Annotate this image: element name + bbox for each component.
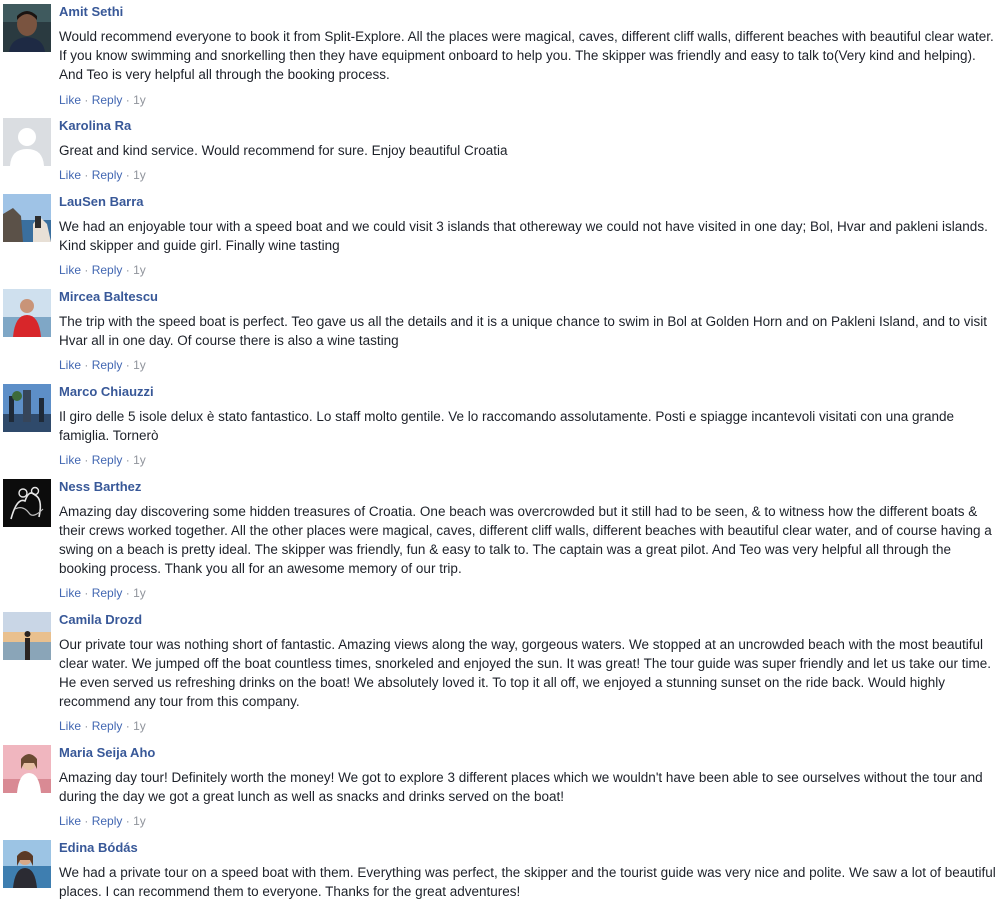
reply-link[interactable]: Reply [92,263,123,277]
separator-dot: · [125,168,134,182]
reply-link[interactable]: Reply [92,719,123,733]
avatar[interactable] [3,118,51,166]
reply-link[interactable]: Reply [92,453,123,467]
avatar[interactable] [3,612,51,660]
avatar[interactable] [3,479,51,527]
separator-dot: · [84,586,92,600]
comment-text: Il giro delle 5 isole delux è stato fant… [59,409,955,443]
separator-dot: · [84,719,92,733]
avatar[interactable] [3,745,51,793]
comment-age[interactable]: 1y [133,358,146,372]
comment-actions: Like · Reply · 1y [59,452,146,468]
separator-dot: · [125,453,134,467]
comment-author[interactable]: Edina Bódás [59,840,138,856]
comment-text: Great and kind service. Would recommend … [59,143,508,158]
separator-dot: · [84,453,92,467]
reply-link[interactable]: Reply [92,586,123,600]
like-link[interactable]: Like [59,168,81,182]
reply-link[interactable]: Reply [92,93,123,107]
separator-dot: · [84,358,92,372]
reply-link[interactable]: Reply [92,168,123,182]
avatar[interactable] [3,384,51,432]
separator-dot: · [125,586,134,600]
separator-dot: · [125,93,134,107]
comment-actions: Like · Reply · 1y [59,718,146,734]
separator-dot: · [84,263,92,277]
comment-actions: Like · Reply · 1y [59,585,146,601]
comment-text: Amazing day discovering some hidden trea… [59,504,992,576]
comment-text: Would recommend everyone to book it from… [59,29,994,82]
comment-age[interactable]: 1y [133,453,146,467]
comment-actions: Like · Reply · 1y [59,167,146,183]
comment-author[interactable]: LauSen Barra [59,194,144,210]
separator-dot: · [125,814,134,828]
comment-actions: Like · Reply · 1y [59,92,146,108]
separator-dot: · [84,168,92,182]
reply-link[interactable]: Reply [92,358,123,372]
like-link[interactable]: Like [59,814,81,828]
separator-dot: · [125,263,134,277]
separator-dot: · [84,814,92,828]
comment-author[interactable]: Amit Sethi [59,4,123,20]
comment-text: The trip with the speed boat is perfect.… [59,314,988,348]
comment-text: We had an enjoyable tour with a speed bo… [59,219,988,253]
like-link[interactable]: Like [59,453,81,467]
comment-age[interactable]: 1y [133,168,146,182]
comment-actions: Like · Reply · 1y [59,813,146,829]
comment-age[interactable]: 1y [133,814,146,828]
avatar[interactable] [3,840,51,888]
comment-text: We had a private tour on a speed boat wi… [59,865,996,899]
comment-author[interactable]: Mircea Baltescu [59,289,158,305]
avatar[interactable] [3,194,51,242]
comment-age[interactable]: 1y [133,263,146,277]
comment-author[interactable]: Ness Barthez [59,479,141,495]
comment-text: Amazing day tour! Definitely worth the m… [59,770,983,804]
comment-author[interactable]: Camila Drozd [59,612,142,628]
like-link[interactable]: Like [59,93,81,107]
comment-age[interactable]: 1y [133,719,146,733]
comment-actions: Like · Reply · 1y [59,262,146,278]
comment-age[interactable]: 1y [133,93,146,107]
like-link[interactable]: Like [59,358,81,372]
like-link[interactable]: Like [59,263,81,277]
comment-actions: Like · Reply · 1y [59,357,146,373]
separator-dot: · [125,358,134,372]
separator-dot: · [84,93,92,107]
comment-author[interactable]: Karolina Ra [59,118,131,134]
like-link[interactable]: Like [59,586,81,600]
avatar[interactable] [3,4,51,52]
avatar[interactable] [3,289,51,337]
like-link[interactable]: Like [59,719,81,733]
comment-author[interactable]: Maria Seija Aho [59,745,155,761]
comment-age[interactable]: 1y [133,586,146,600]
separator-dot: · [125,719,134,733]
comment-author[interactable]: Marco Chiauzzi [59,384,154,400]
reply-link[interactable]: Reply [92,814,123,828]
comment-text: Our private tour was nothing short of fa… [59,637,992,709]
